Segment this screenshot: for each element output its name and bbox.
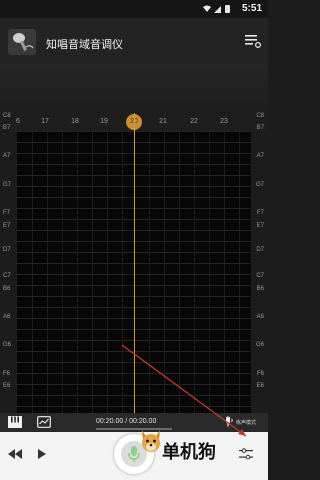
note-label: C7 — [256, 273, 264, 279]
note-label: A7 — [256, 153, 264, 159]
ruler-tick: 17 — [41, 118, 49, 125]
play-icon[interactable] — [37, 448, 47, 460]
page-title: 知唱音域音调仪 — [46, 39, 123, 51]
note-label: B6 — [256, 286, 264, 292]
note-label: C8 — [256, 113, 264, 119]
ruler-tick: 6 — [16, 118, 20, 125]
note-label: G6 — [3, 342, 12, 348]
practice-mode-label[interactable]: 练声模式 — [236, 419, 256, 426]
note-label: D7 — [3, 247, 11, 253]
note-label: B7 — [3, 125, 11, 131]
practice-mode-icon[interactable] — [224, 416, 234, 428]
playback-time: 00:20.00 / 00:20.00 — [96, 418, 157, 425]
control-bar: 00:20.00 / 00:20.00 练声模式 — [0, 413, 268, 432]
note-label: D7 — [256, 247, 264, 253]
ruler-tick: 21 — [159, 118, 167, 125]
battery-icon — [225, 5, 230, 13]
rewind-icon[interactable] — [7, 448, 23, 460]
note-label: G7 — [3, 182, 12, 188]
note-label: A6 — [3, 314, 11, 320]
ruler-tick: 19 — [100, 118, 108, 125]
ruler-tick: 22 — [190, 118, 198, 125]
status-icons — [203, 5, 230, 13]
note-label: E7 — [256, 223, 264, 229]
signal-icon — [214, 6, 221, 13]
app-bar: 知唱音域音调仪 — [0, 18, 268, 64]
note-label: B7 — [256, 125, 264, 131]
ruler-tick: 23 — [220, 118, 228, 125]
note-label: F6 — [256, 371, 264, 377]
chart-view-icon[interactable] — [37, 416, 51, 428]
note-label: G7 — [255, 182, 264, 188]
note-label: F6 — [3, 371, 11, 377]
note-label: F7 — [256, 210, 264, 216]
watermark-dog-logo-icon — [142, 430, 160, 452]
app-logo-icon — [8, 29, 36, 55]
note-label: E6 — [3, 383, 11, 389]
piano-icon[interactable] — [8, 416, 22, 428]
note-label: E6 — [256, 383, 264, 389]
pitch-display-band — [0, 64, 268, 113]
note-label: F7 — [3, 210, 11, 216]
wifi-icon — [203, 5, 211, 12]
settings-sliders-icon[interactable] — [238, 446, 254, 462]
status-bar: 5:51 — [0, 0, 268, 18]
menu-list-icon[interactable] — [244, 33, 262, 49]
note-label: B6 — [3, 286, 11, 292]
ruler-tick: 18 — [71, 118, 79, 125]
note-label: E7 — [3, 223, 11, 229]
watermark-text: 单机狗 — [162, 442, 216, 462]
note-label: C7 — [3, 273, 11, 279]
playhead-line — [134, 113, 135, 413]
bottom-bar: 单机狗 — [0, 430, 268, 480]
note-label: A6 — [256, 314, 264, 320]
note-label: G6 — [255, 342, 264, 348]
status-time: 5:51 — [241, 3, 262, 14]
note-label: C8 — [3, 113, 11, 119]
note-label: A7 — [3, 153, 11, 159]
